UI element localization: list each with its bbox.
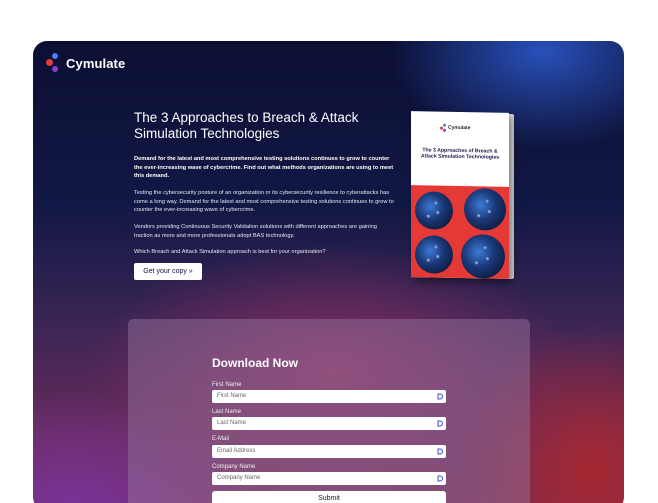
download-form: Download Now First Name First Name Last … <box>128 319 530 503</box>
submit-button[interactable]: Submit <box>212 491 446 503</box>
first-name-placeholder: First Name <box>217 393 247 399</box>
company-name-label: Company Name <box>212 464 256 470</box>
email-field[interactable]: Email Address <box>212 445 446 458</box>
book-brand-name: Cymulate <box>448 124 471 132</box>
landing-page: Cymulate The 3 Approaches to Breach & At… <box>33 41 624 503</box>
brand-logo[interactable]: Cymulate <box>46 53 125 73</box>
cymulate-logo-icon <box>440 123 446 132</box>
book-cover: Cymulate The 3 Approaches of Breach & At… <box>411 111 509 279</box>
globe-icon <box>461 234 505 279</box>
brand-name: Cymulate <box>66 55 126 71</box>
autofill-icon[interactable] <box>437 393 443 400</box>
hero-paragraph-3: Vendors providing Continuous Security Va… <box>134 224 377 239</box>
globe-icon <box>415 191 453 230</box>
first-name-field[interactable]: First Name <box>212 390 446 403</box>
first-name-label: First Name <box>212 382 242 388</box>
company-name-placeholder: Company Name <box>217 475 261 481</box>
ebook-cover-image: Cymulate The 3 Approaches of Breach & At… <box>411 111 514 279</box>
hero-paragraph-4: Which Breach and Attack Simulation appro… <box>134 249 326 255</box>
hero-paragraph-2: Testing the cybersecurity posture of an … <box>134 190 394 214</box>
email-label: E-Mail <box>212 436 230 442</box>
globe-icon <box>415 235 453 274</box>
autofill-icon[interactable] <box>437 448 443 455</box>
book-red-panel <box>411 185 509 279</box>
hero-title: The 3 Approaches to Breach & Attack Simu… <box>134 110 359 141</box>
hero-intro-paragraph: Demand for the latest and most comprehen… <box>134 156 394 180</box>
book-logo: Cymulate <box>440 123 471 133</box>
get-your-copy-button[interactable]: Get your copy » <box>134 263 202 280</box>
cymulate-logo-icon <box>46 53 62 73</box>
form-title: Download Now <box>212 356 298 370</box>
autofill-icon[interactable] <box>437 475 443 482</box>
last-name-label: Last Name <box>212 409 242 415</box>
email-placeholder: Email Address <box>217 448 256 454</box>
autofill-icon[interactable] <box>437 420 443 427</box>
last-name-placeholder: Last Name <box>217 420 247 426</box>
company-name-field[interactable]: Company Name <box>212 472 446 485</box>
last-name-field[interactable]: Last Name <box>212 417 446 430</box>
globe-icon <box>464 188 506 231</box>
book-title: The 3 Approaches of Breach & Attack Simu… <box>420 147 500 162</box>
